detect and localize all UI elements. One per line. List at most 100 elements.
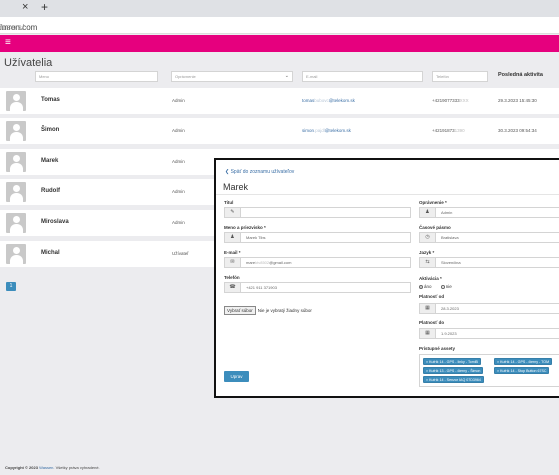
valid-from-value: 28.3.2023 (441, 306, 459, 311)
asset-tag[interactable]: × Kufrík 14 - GPS - čierny - TOM (494, 358, 553, 365)
user-last-activity: 30.3.2023 09:54:34 (498, 128, 537, 133)
users-icon: ♟ (420, 208, 436, 217)
activation-label: Aktivácia * (419, 276, 442, 281)
user-role: Admin (172, 220, 185, 225)
email-value: marektv8502@gmail.com (246, 260, 292, 265)
activation-no-radio[interactable]: nie (440, 284, 456, 289)
valid-to-label: Platnosť do (419, 320, 445, 325)
user-row-tomas[interactable]: Tomas Admin tomasbubovc@telekom.sk +4219… (0, 88, 559, 114)
user-phone: +421918731390 (432, 128, 465, 133)
close-tab-icon[interactable]: × (22, 1, 28, 13)
pagination-page-1[interactable]: 1 (6, 282, 16, 291)
hamburger-menu-icon[interactable]: ≡ (5, 37, 11, 48)
user-icon: ♟ (225, 233, 241, 242)
full-name-value: Marek Tibs (246, 235, 266, 240)
footer-copyright: Copyright © 2023 (5, 465, 38, 470)
phone-label: Telefón (224, 275, 240, 280)
asset-tag[interactable]: × Kufrík 14 - Stop Button 67SC (494, 367, 550, 374)
avatar-placeholder-icon (6, 244, 26, 264)
footer-rights: Všetky práva vyhradené. (55, 465, 100, 470)
file-status-text: Nie je vybratý žiadny súbor (257, 308, 312, 313)
user-name[interactable]: Michal (41, 250, 60, 256)
role-value: Admin (441, 210, 453, 215)
role-filter-select[interactable]: Oprávnenie ⌄ (171, 71, 293, 82)
timezone-value: Bratislava (441, 235, 459, 240)
user-role: Admin (172, 189, 185, 194)
timezone-select[interactable]: ◷ Bratislava (419, 232, 559, 243)
calendar-icon: ▦ (420, 304, 436, 313)
user-role: Admin (172, 159, 185, 164)
user-role: Admin (172, 98, 185, 103)
user-email[interactable]: tomasbubovc@telekom.sk (302, 98, 355, 103)
activation-radio-group: áno nie (419, 284, 460, 289)
user-email[interactable]: simon.pajdl@telekom.sk (302, 128, 351, 133)
avatar-placeholder-icon (6, 182, 26, 202)
user-row-simon[interactable]: Šimon Admin simon.pajdl@telekom.sk +4219… (0, 118, 559, 144)
user-name[interactable]: Marek (41, 158, 58, 164)
language-select[interactable]: ⇆ Slovenčina (419, 257, 559, 268)
footer-brand-link[interactable]: Wassen. (39, 465, 54, 470)
titul-label: Titul (224, 200, 234, 205)
page-title: Užívatelia (4, 57, 53, 69)
language-value: Slovenčina (441, 260, 461, 265)
chevron-left-icon: ❮ (225, 169, 230, 175)
divider (216, 194, 559, 195)
role-select[interactable]: ♟ Admin (419, 207, 559, 218)
footer: Copyright © 2023 Wassen. Všetky práva vy… (5, 465, 100, 470)
email-field[interactable]: ✉ marektv8502@gmail.com (224, 257, 411, 268)
avatar-placeholder-icon (6, 91, 26, 111)
last-activity-header: Posledná aktivita (498, 72, 543, 78)
valid-to-field[interactable]: ▦ 1.9.2023 (419, 328, 559, 339)
full-name-field[interactable]: ♟ Marek Tibs (224, 232, 411, 243)
user-role: Užívateľ (172, 251, 189, 256)
assets-label: Prístupné assety (419, 346, 456, 351)
user-name[interactable]: Rudolf (41, 188, 60, 194)
back-to-users-link[interactable]: ❮ Späť do zoznamu užívateľov (225, 169, 294, 175)
titul-field[interactable]: ✎ (224, 207, 411, 218)
user-edit-title: Marek (223, 182, 249, 192)
chevron-down-icon: ⌄ (284, 73, 289, 79)
phone-icon: ☎ (225, 283, 241, 292)
asset-tag[interactable]: × Kufrík 13 - GPS - čierny - Šimon (423, 367, 484, 374)
phone-field[interactable]: ☎ +421 911 371903 (224, 282, 411, 293)
new-tab-icon[interactable]: + (41, 0, 48, 14)
asset-tag[interactable]: × Kufrík 14 - GPS - Iinky - TomiB (423, 358, 481, 365)
edit-user-panel: ❮ Späť do zoznamu užívateľov Marek Titul… (214, 158, 559, 398)
email-filter-input[interactable]: E-mail (302, 71, 423, 82)
envelope-icon: ✉ (225, 258, 241, 267)
app-header-bar: ≡ (0, 35, 559, 52)
timezone-label: Časové pásmo (419, 225, 451, 230)
role-label: Oprávnenie * (419, 200, 447, 205)
phone-filter-input[interactable]: Telefón (432, 71, 488, 82)
avatar-placeholder-icon (6, 121, 26, 141)
user-role: Admin (172, 128, 185, 133)
user-last-activity: 29.3.2023 15:45:30 (498, 98, 537, 103)
user-phone: +4219077333XXX (432, 98, 469, 103)
assets-multiselect[interactable]: × Kufrík 14 - GPS - Iinky - TomiB × Kufr… (419, 354, 559, 387)
valid-from-field[interactable]: ▦ 28.3.2023 (419, 303, 559, 314)
full-name-label: Meno a priezvisko * (224, 225, 266, 230)
valid-from-label: Platnosť od (419, 294, 445, 299)
phone-value: +421 911 371903 (246, 285, 277, 290)
language-icon: ⇆ (420, 258, 436, 267)
browser-tab-strip: × + (0, 0, 559, 17)
name-filter-input[interactable]: Meno (35, 71, 158, 82)
role-filter-placeholder: Oprávnenie (175, 74, 196, 79)
file-upload: Vybrať súbor Nie je vybratý žiadny súbor (224, 306, 312, 315)
valid-to-value: 1.9.2023 (441, 331, 457, 336)
filter-row: Meno Oprávnenie ⌄ E-mail Telefón Posledná… (0, 71, 559, 83)
pencil-icon: ✎ (225, 208, 241, 217)
user-name[interactable]: Miroslava (41, 219, 69, 225)
back-link-label: Späť do zoznamu užívateľov (230, 169, 295, 175)
url-path: /users/ (0, 23, 25, 32)
choose-file-button[interactable]: Vybrať súbor (224, 306, 256, 315)
asset-tag[interactable]: × Kufrík 14 - Senzor IAQ 07D3964 (423, 376, 484, 383)
clock-icon: ◷ (420, 233, 436, 242)
user-name[interactable]: Tomas (41, 97, 60, 103)
avatar-placeholder-icon (6, 213, 26, 233)
user-name[interactable]: Šimon (41, 127, 59, 133)
address-bar[interactable]: imron.com/users/ (0, 17, 559, 34)
activation-yes-radio[interactable]: áno (419, 284, 436, 289)
save-button[interactable]: Uprav (224, 371, 249, 382)
language-label: Jazyk * (419, 250, 435, 255)
